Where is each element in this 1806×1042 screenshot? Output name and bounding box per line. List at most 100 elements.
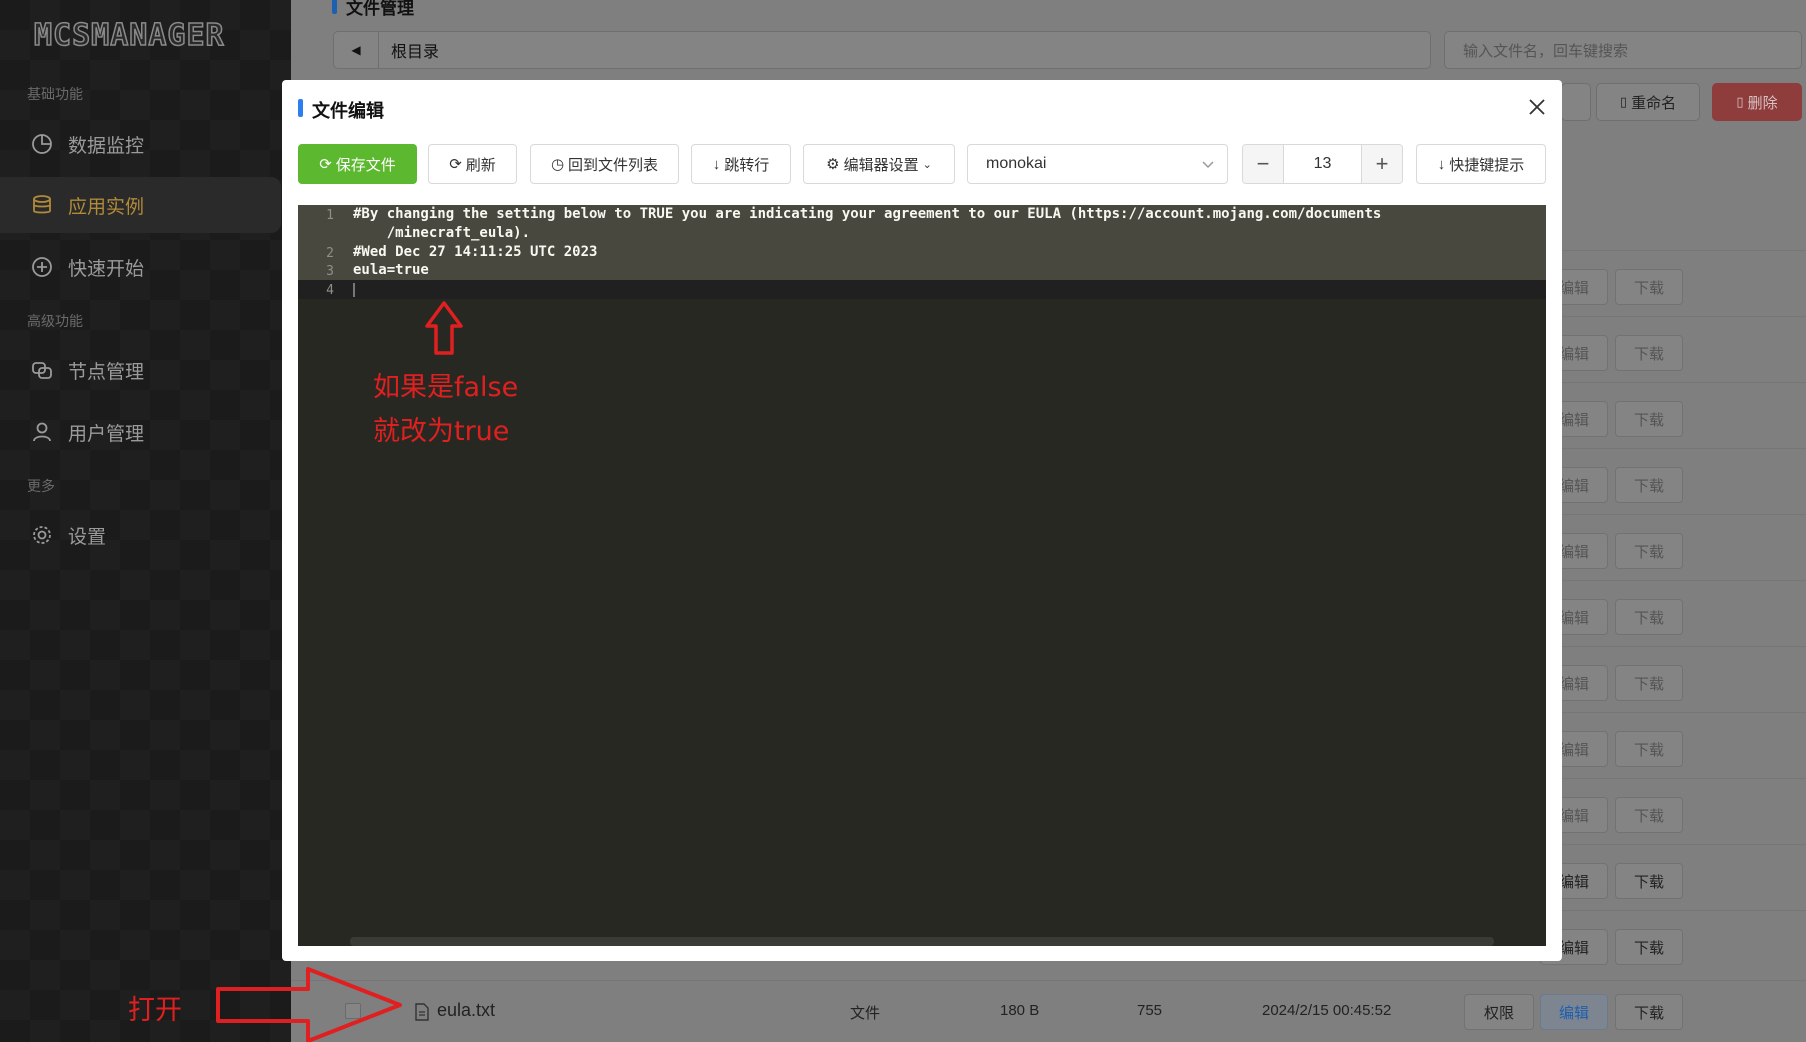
- shortcut-hints-button[interactable]: ↓ 快捷键提示: [1416, 144, 1546, 184]
- back-arrow-icon[interactable]: ◀: [334, 32, 379, 68]
- file-size: 180 B: [1000, 1002, 1040, 1019]
- chevron-down-icon: [1202, 161, 1214, 169]
- annotation-note-line2: 就改为true: [373, 416, 510, 447]
- edit-button[interactable]: 编辑: [1540, 994, 1608, 1030]
- sidebar-item-instances[interactable]: 应用实例: [0, 177, 281, 233]
- file-type: 文件: [850, 1005, 881, 1022]
- gear-icon: ⚙: [826, 156, 840, 173]
- code-line: eula=true: [353, 262, 429, 278]
- permission-button[interactable]: 权限: [1464, 994, 1534, 1030]
- text-cursor: [353, 283, 355, 297]
- plus-circle-icon: [30, 255, 54, 279]
- sidebar: MCSMANAGER 基础功能 数据监控 应用实例 快速开始 高级功能 节点管理…: [0, 0, 291, 1042]
- annotation-open: 打开: [128, 995, 182, 1025]
- download-button[interactable]: 下载: [1615, 929, 1683, 965]
- sidebar-item-quickstart[interactable]: 快速开始: [0, 239, 281, 295]
- row-divider: [291, 980, 1806, 981]
- jump-line-label: 跳转行: [724, 156, 770, 174]
- download-button[interactable]: 下载: [1615, 863, 1683, 899]
- sidebar-item-label: 数据监控: [68, 135, 145, 157]
- annotation-right-arrow-icon: [216, 967, 402, 1042]
- increase-button[interactable]: +: [1362, 145, 1402, 183]
- download-button[interactable]: 下载: [1615, 533, 1683, 569]
- path-bar: ◀ 根目录: [333, 31, 1431, 69]
- file-manager-title: 文件管理: [332, 0, 414, 19]
- line-number: 2: [326, 246, 334, 261]
- line-number: 3: [326, 264, 334, 279]
- partial-button[interactable]: [1561, 83, 1591, 121]
- current-path: 根目录: [391, 44, 440, 61]
- theme-select[interactable]: monokai: [967, 144, 1228, 184]
- code-line: #Wed Dec 27 14:11:25 UTC 2023: [353, 244, 598, 260]
- sidebar-item-nodes[interactable]: 节点管理: [0, 342, 281, 398]
- back-to-list-button[interactable]: ◷ 回到文件列表: [530, 144, 679, 184]
- jump-line-button[interactable]: ↓ 跳转行: [691, 144, 791, 184]
- refresh-button[interactable]: ⟳ 刷新: [428, 144, 517, 184]
- annotation-up-arrow-icon: [425, 301, 463, 355]
- line-number: 4: [326, 283, 334, 298]
- download-button[interactable]: 下载: [1615, 599, 1683, 635]
- refresh-label: 刷新: [465, 156, 496, 174]
- file-icon: ▯: [1619, 94, 1628, 109]
- sidebar-item-monitor[interactable]: 数据监控: [0, 116, 281, 172]
- gear-icon: [30, 523, 54, 547]
- theme-value: monokai: [986, 155, 1047, 172]
- section-label-basic: 基础功能: [27, 86, 83, 102]
- sidebar-item-label: 应用实例: [68, 196, 145, 218]
- file-edit-modal: 文件编辑 ⟳ 保存文件 ⟳ 刷新 ◷ 回到文件列表 ↓ 跳转行 ⚙ 编辑器设置 …: [282, 80, 1562, 961]
- sidebar-item-label: 设置: [68, 526, 107, 548]
- file-icon: [414, 1003, 430, 1026]
- active-line: [298, 280, 1546, 299]
- download-button[interactable]: 下载: [1615, 269, 1683, 305]
- code-editor[interactable]: 1 2 3 4 #By changing the setting below t…: [298, 205, 1546, 946]
- sidebar-item-label: 节点管理: [68, 361, 145, 383]
- rename-button[interactable]: ▯ 重命名: [1596, 83, 1700, 121]
- download-button[interactable]: 下载: [1615, 401, 1683, 437]
- nodes-icon: [30, 358, 54, 382]
- sidebar-item-label: 快速开始: [68, 258, 145, 280]
- modal-title: 文件编辑: [298, 97, 384, 123]
- sidebar-item-users[interactable]: 用户管理: [0, 404, 281, 460]
- download-button[interactable]: 下载: [1615, 797, 1683, 833]
- save-file-label: 保存文件: [335, 156, 396, 174]
- code-line: #By changing the setting below to TRUE y…: [353, 206, 1382, 222]
- download-button[interactable]: 下载: [1615, 335, 1683, 371]
- file-search-input[interactable]: 输入文件名，回车键搜索: [1444, 31, 1802, 69]
- sidebar-item-settings[interactable]: 设置: [0, 507, 281, 563]
- section-label-more: 更多: [27, 478, 55, 494]
- font-size-value[interactable]: 13: [1283, 145, 1362, 183]
- pie-chart-icon: [30, 132, 54, 156]
- decrease-button[interactable]: −: [1243, 145, 1283, 183]
- file-permission: 755: [1137, 1002, 1163, 1019]
- chevron-down-icon: ⌄: [922, 158, 932, 171]
- annotation-note-line1: 如果是false: [373, 372, 519, 403]
- save-file-button[interactable]: ⟳ 保存文件: [298, 144, 417, 184]
- rename-label: 重命名: [1631, 94, 1677, 112]
- font-size-stepper[interactable]: − 13 +: [1242, 144, 1403, 184]
- trash-icon: ▯: [1736, 94, 1744, 109]
- arrow-down-icon: ↓: [712, 155, 721, 173]
- code-line-wrap: /minecraft_eula).: [353, 225, 531, 241]
- delete-button[interactable]: ▯ 删除: [1712, 83, 1802, 121]
- section-label-advanced: 高级功能: [27, 313, 83, 329]
- horizontal-scrollbar[interactable]: [350, 937, 1494, 946]
- download-button[interactable]: 下载: [1615, 467, 1683, 503]
- app-logo: MCSMANAGER: [33, 17, 225, 54]
- download-button[interactable]: 下载: [1615, 665, 1683, 701]
- file-modified: 2024/2/15 00:45:52: [1262, 1002, 1392, 1019]
- history-icon: ◷: [550, 156, 565, 173]
- back-to-list-label: 回到文件列表: [568, 156, 659, 174]
- download-button[interactable]: 下载: [1615, 994, 1683, 1030]
- close-icon[interactable]: [1524, 94, 1550, 120]
- editor-settings-button[interactable]: ⚙ 编辑器设置 ⌄: [803, 144, 955, 184]
- sync-icon: ⟳: [319, 156, 332, 173]
- shortcut-hints-label: 快捷键提示: [1449, 156, 1525, 174]
- delete-label: 删除: [1747, 94, 1778, 112]
- line-gutter: [298, 205, 350, 946]
- user-icon: [30, 420, 54, 444]
- line-number: 1: [326, 208, 334, 223]
- file-name[interactable]: eula.txt: [437, 1000, 495, 1021]
- download-button[interactable]: 下载: [1615, 731, 1683, 767]
- arrow-down-icon: ↓: [1437, 155, 1446, 173]
- refresh-icon: ⟳: [449, 156, 462, 173]
